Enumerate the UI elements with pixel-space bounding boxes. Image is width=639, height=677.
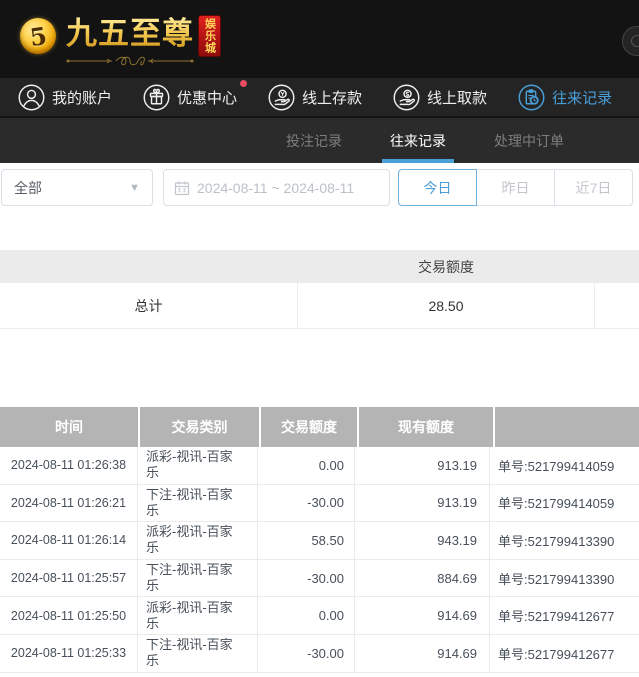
nav-label: 往来记录 <box>552 87 612 108</box>
summary-total-value: 28.50 <box>297 283 595 328</box>
flourish-ornament-icon <box>66 55 194 67</box>
chevron-down-icon: ▼ <box>129 182 140 194</box>
cell-order: 单号:521799412677 <box>490 635 639 672</box>
cell-balance: 913.19 <box>355 447 490 484</box>
cell-order: 单号:521799412677 <box>490 597 639 634</box>
deposit-icon <box>268 84 295 111</box>
table-row: 2024-08-11 01:26:21 下注-视讯-百家乐 -30.00 913… <box>0 485 639 523</box>
yesterday-button[interactable]: 昨日 <box>476 169 555 206</box>
table-row: 2024-08-11 01:26:38 派彩-视讯-百家乐 0.00 913.1… <box>0 447 639 485</box>
logo-monogram: 5 <box>28 20 49 51</box>
withdraw-icon <box>393 84 420 111</box>
nav-item-my-account[interactable]: 我的账户 <box>18 84 112 111</box>
customer-service-icon[interactable] <box>622 26 639 56</box>
cell-time: 2024-08-11 01:26:38 <box>0 447 138 484</box>
nav-label: 线上取款 <box>427 87 487 108</box>
date-range-input[interactable]: 2024-08-11 ~ 2024-08-11 <box>163 169 390 206</box>
category-selected-value: 全部 <box>14 178 42 198</box>
cell-time: 2024-08-11 01:26:21 <box>0 485 138 522</box>
nav-item-deposit[interactable]: 线上存款 <box>268 84 362 111</box>
button-label: 近7日 <box>576 178 612 198</box>
tab-processing-orders[interactable]: 处理中订单 <box>486 118 572 163</box>
nav-label: 我的账户 <box>52 87 112 108</box>
cell-order: 单号:521799413390 <box>490 522 639 559</box>
logo-coin-icon: 5 <box>20 18 56 54</box>
cell-amount: -30.00 <box>258 560 355 597</box>
cell-balance: 913.19 <box>355 485 490 522</box>
cell-amount: 58.50 <box>258 522 355 559</box>
col-header-amount: 交易额度 <box>261 407 357 447</box>
date-quick-buttons: 今日 昨日 近7日 <box>398 169 633 206</box>
table-row: 2024-08-11 01:25:57 下注-视讯-百家乐 -30.00 884… <box>0 560 639 598</box>
cell-time: 2024-08-11 01:25:50 <box>0 597 138 634</box>
col-header-order <box>495 407 639 447</box>
cell-time: 2024-08-11 01:26:14 <box>0 522 138 559</box>
cell-balance: 914.69 <box>355 597 490 634</box>
col-header-type: 交易类别 <box>140 407 259 447</box>
calendar-icon <box>174 180 190 196</box>
cell-balance: 914.69 <box>355 635 490 672</box>
records-header-row: 时间 交易类别 交易额度 现有额度 <box>0 407 639 447</box>
button-label: 今日 <box>424 178 452 198</box>
date-range-value: 2024-08-11 ~ 2024-08-11 <box>197 180 354 196</box>
brand-name: 九五至尊 <box>66 14 194 54</box>
cell-type: 下注-视讯-百家乐 <box>138 560 258 597</box>
tab-betting-records[interactable]: 投注记录 <box>278 118 350 163</box>
cell-type: 下注-视讯-百家乐 <box>138 485 258 522</box>
main-nav: 我的账户 优惠中心 线上存款 线上取款 <box>0 78 639 118</box>
nav-item-withdraw[interactable]: 线上取款 <box>393 84 487 111</box>
cell-order: 单号:521799414059 <box>490 447 639 484</box>
cell-order: 单号:521799413390 <box>490 560 639 597</box>
tab-label: 处理中订单 <box>494 131 564 151</box>
nav-item-promotions[interactable]: 优惠中心 <box>143 84 237 111</box>
tab-transaction-records[interactable]: 往来记录 <box>382 118 454 163</box>
notification-dot <box>240 80 247 87</box>
summary-total-row: 总计 28.50 <box>0 283 639 329</box>
cell-time: 2024-08-11 01:25:57 <box>0 560 138 597</box>
records-table: 时间 交易类别 交易额度 现有额度 2024-08-11 01:26:38 派彩… <box>0 407 639 673</box>
brand-badge: 娱乐城 <box>198 15 221 57</box>
nav-item-transaction-records[interactable]: 往来记录 <box>518 84 612 111</box>
logo[interactable]: 5 九五至尊 娱乐城 <box>20 14 221 57</box>
cell-type: 下注-视讯-百家乐 <box>138 635 258 672</box>
summary-table: 交易额度 总计 28.50 <box>0 250 639 329</box>
cell-type: 派彩-视讯-百家乐 <box>138 597 258 634</box>
top-header: 5 九五至尊 娱乐城 <box>0 0 639 78</box>
filter-bar: 全部 ▼ 2024-08-11 ~ 2024-08-11 今日 昨日 近7日 <box>0 163 639 218</box>
cell-amount: -30.00 <box>258 635 355 672</box>
category-select[interactable]: 全部 ▼ <box>1 169 153 206</box>
summary-total-label: 总计 <box>0 296 297 316</box>
records-icon <box>518 84 545 111</box>
nav-label: 线上存款 <box>302 87 362 108</box>
cell-time: 2024-08-11 01:25:33 <box>0 635 138 672</box>
summary-column-header: 交易额度 <box>297 257 595 277</box>
table-row: 2024-08-11 01:25:50 派彩-视讯-百家乐 0.00 914.6… <box>0 597 639 635</box>
table-row: 2024-08-11 01:26:14 派彩-视讯-百家乐 58.50 943.… <box>0 522 639 560</box>
today-button[interactable]: 今日 <box>398 169 477 206</box>
cell-amount: 0.00 <box>258 447 355 484</box>
table-row: 2024-08-11 01:25:33 下注-视讯-百家乐 -30.00 914… <box>0 635 639 673</box>
sub-tab-bar: 投注记录 往来记录 处理中订单 <box>0 118 639 163</box>
tab-label: 往来记录 <box>390 131 446 151</box>
col-header-balance: 现有额度 <box>359 407 493 447</box>
cell-type: 派彩-视讯-百家乐 <box>138 522 258 559</box>
last7days-button[interactable]: 近7日 <box>554 169 633 206</box>
button-label: 昨日 <box>502 178 530 198</box>
user-icon <box>18 84 45 111</box>
cell-balance: 943.19 <box>355 522 490 559</box>
summary-header-row: 交易额度 <box>0 250 639 283</box>
nav-label: 优惠中心 <box>177 87 237 108</box>
gift-icon <box>143 84 170 111</box>
cell-balance: 884.69 <box>355 560 490 597</box>
cell-order: 单号:521799414059 <box>490 485 639 522</box>
col-header-time: 时间 <box>0 407 138 447</box>
cell-amount: 0.00 <box>258 597 355 634</box>
tab-label: 投注记录 <box>286 131 342 151</box>
cell-type: 派彩-视讯-百家乐 <box>138 447 258 484</box>
cell-amount: -30.00 <box>258 485 355 522</box>
